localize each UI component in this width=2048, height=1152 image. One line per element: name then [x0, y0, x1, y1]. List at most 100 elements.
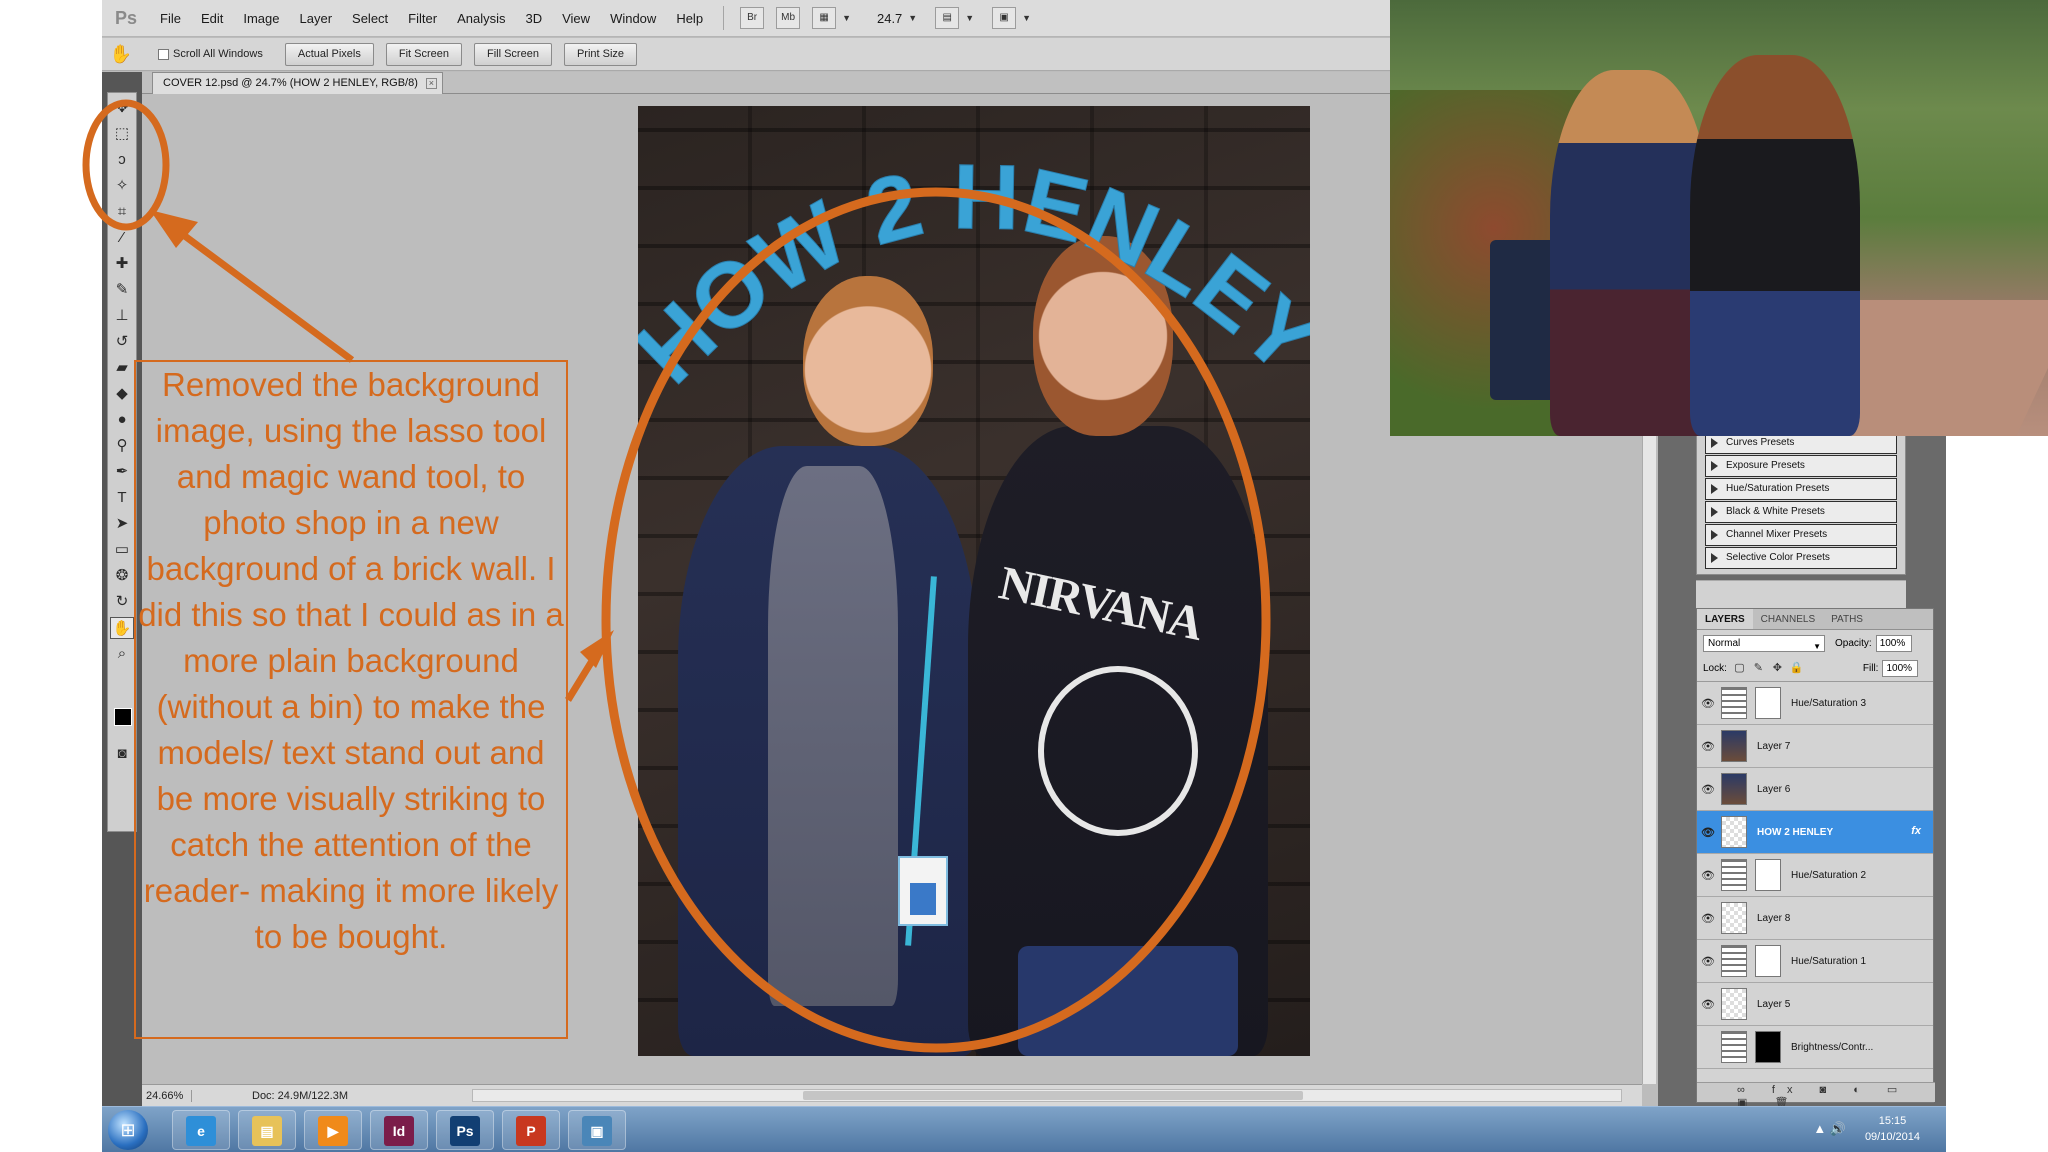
view-extras-button[interactable]: ▦ [812, 7, 837, 29]
layer-row[interactable]: 👁 Hue/Saturation 3 [1697, 682, 1933, 725]
layer-mask-thumbnail[interactable] [1755, 1031, 1781, 1063]
type-tool-icon[interactable]: T [110, 487, 134, 509]
expand-arrow-icon[interactable] [1711, 530, 1718, 540]
layer-row[interactable]: 👁 Hue/Saturation 2 [1697, 854, 1933, 897]
eye-icon[interactable]: 👁 [1697, 697, 1719, 710]
document-tab[interactable]: COVER 12.psd @ 24.7% (HOW 2 HENLEY, RGB/… [152, 72, 443, 94]
screen-mode-button[interactable]: ▣ [992, 7, 1017, 29]
lock-position-icon[interactable]: ✥ [1771, 662, 1784, 675]
menu-image[interactable]: Image [233, 0, 289, 37]
tab-channels[interactable]: CHANNELS [1753, 609, 1823, 629]
menu-filter[interactable]: Filter [398, 0, 447, 37]
horizontal-scrollbar[interactable] [472, 1089, 1622, 1102]
blend-mode-select[interactable]: Normal ▼ [1703, 634, 1825, 652]
channel-mixer-presets[interactable]: Channel Mixer Presets [1705, 524, 1897, 546]
chevron-down-icon[interactable]: ▼ [908, 13, 917, 23]
eye-icon[interactable]: 👁 [1697, 869, 1719, 882]
crop-tool-icon[interactable]: ⌗ [110, 201, 134, 223]
3d-rotate-tool-icon[interactable]: ❂ [110, 565, 134, 587]
marquee-tool-icon[interactable]: ⬚ [110, 123, 134, 145]
layer-row[interactable]: 👁 Layer 8 [1697, 897, 1933, 940]
shape-tool-icon[interactable]: ▭ [110, 539, 134, 561]
system-tray[interactable]: ▲ 🔊 [1813, 1121, 1846, 1137]
lock-pixels-icon[interactable]: ✎ [1752, 662, 1765, 675]
taskbar-app-explorer[interactable]: ▤ [238, 1110, 296, 1150]
foreground-color-swatch[interactable] [114, 708, 132, 726]
status-zoom[interactable]: 24.66% [142, 1089, 192, 1102]
lock-all-icon[interactable]: 🔒 [1790, 662, 1804, 675]
healing-brush-tool-icon[interactable]: ✚ [110, 253, 134, 275]
chevron-down-icon[interactable]: ▼ [842, 13, 851, 23]
chevron-down-icon[interactable]: ▼ [965, 13, 974, 23]
fill-screen-button[interactable]: Fill Screen [473, 42, 552, 66]
layer-row[interactable]: 👁 Layer 5 [1697, 983, 1933, 1026]
layers-footer-icons[interactable]: ∞ fx ◙ ◐ ▭ ▣ 🗑 [1697, 1082, 1935, 1109]
layer-mask-thumbnail[interactable] [1755, 945, 1781, 977]
eyedropper-tool-icon[interactable]: ⁄ [110, 227, 134, 249]
taskbar-app-photos[interactable]: ▣ [568, 1110, 626, 1150]
eye-icon[interactable]: 👁 [1697, 998, 1719, 1011]
layer-mask-thumbnail[interactable] [1755, 859, 1781, 891]
hand-tool-icon[interactable]: ✋ [110, 617, 134, 639]
tab-paths[interactable]: PATHS [1823, 609, 1871, 629]
eye-icon[interactable]: 👁 [1697, 955, 1719, 968]
actual-pixels-button[interactable]: Actual Pixels [284, 42, 374, 66]
close-icon[interactable]: × [425, 78, 437, 89]
scroll-all-windows-checkbox[interactable] [158, 48, 169, 60]
layer-mask-thumbnail[interactable] [1755, 687, 1781, 719]
scrollbar-thumb[interactable] [803, 1091, 1303, 1100]
pen-tool-icon[interactable]: ✒ [110, 461, 134, 483]
chevron-down-icon[interactable]: ▼ [1022, 13, 1031, 23]
clock[interactable]: 15:15 09/10/2014 [1865, 1113, 1920, 1145]
taskbar-app-indesign[interactable]: Id [370, 1110, 428, 1150]
expand-arrow-icon[interactable] [1711, 461, 1718, 471]
blur-tool-icon[interactable]: ● [110, 409, 134, 431]
menu-layer[interactable]: Layer [290, 0, 343, 37]
layer-row[interactable]: 👁 Layer 6 [1697, 768, 1933, 811]
path-selection-tool-icon[interactable]: ➤ [110, 513, 134, 535]
eye-icon[interactable]: 👁 [1697, 912, 1719, 925]
tab-layers[interactable]: LAYERS [1697, 609, 1753, 629]
eye-icon[interactable]: 👁 [1697, 740, 1719, 753]
quick-mask-icon[interactable]: ◙ [110, 743, 134, 765]
opacity-field[interactable]: 100% [1875, 634, 1912, 652]
fill-field[interactable]: 100% [1882, 660, 1919, 677]
start-button[interactable]: ⊞ [108, 1110, 148, 1150]
mini-bridge-button[interactable]: Mb [776, 7, 801, 29]
menu-3d[interactable]: 3D [515, 0, 552, 37]
taskbar-app-photoshop[interactable]: Ps [436, 1110, 494, 1150]
lock-transparency-icon[interactable]: ▢ [1733, 662, 1746, 675]
clone-stamp-tool-icon[interactable]: ⊥ [110, 305, 134, 327]
lasso-tool-icon[interactable]: ↄ [110, 149, 134, 171]
layer-row[interactable]: Brightness/Contr... [1697, 1026, 1933, 1069]
paint-bucket-tool-icon[interactable]: ◆ [110, 383, 134, 405]
eye-icon[interactable]: 👁 [1697, 783, 1719, 796]
magic-wand-tool-icon[interactable]: ✧ [110, 175, 134, 197]
layer-row[interactable]: 👁 Layer 7 [1697, 725, 1933, 768]
hand-tool-icon[interactable]: ✋ [102, 44, 140, 65]
brush-tool-icon[interactable]: ✎ [110, 279, 134, 301]
hue-saturation-presets[interactable]: Hue/Saturation Presets [1705, 478, 1897, 500]
menu-view[interactable]: View [552, 0, 600, 37]
expand-arrow-icon[interactable] [1711, 438, 1718, 448]
expand-arrow-icon[interactable] [1711, 484, 1718, 494]
3d-orbit-tool-icon[interactable]: ↻ [110, 591, 134, 613]
selective-color-presets[interactable]: Selective Color Presets [1705, 547, 1897, 569]
fit-screen-button[interactable]: Fit Screen [385, 42, 462, 66]
menu-help[interactable]: Help [666, 0, 713, 37]
history-brush-tool-icon[interactable]: ↺ [110, 331, 134, 353]
print-size-button[interactable]: Print Size [563, 42, 638, 66]
fx-icon[interactable]: fx [1911, 825, 1921, 837]
dodge-tool-icon[interactable]: ⚲ [110, 435, 134, 457]
menu-analysis[interactable]: Analysis [447, 0, 515, 37]
arrange-documents-button[interactable]: ▤ [935, 7, 960, 29]
layer-row[interactable]: 👁 Hue/Saturation 1 [1697, 940, 1933, 983]
taskbar-app-media[interactable]: ▶ [304, 1110, 362, 1150]
zoom-tool-icon[interactable]: ⌕ [110, 643, 134, 665]
black-white-presets[interactable]: Black & White Presets [1705, 501, 1897, 523]
taskbar-app-ie[interactable]: e [172, 1110, 230, 1150]
expand-arrow-icon[interactable] [1711, 507, 1718, 517]
menu-window[interactable]: Window [600, 0, 666, 37]
menu-edit[interactable]: Edit [191, 0, 233, 37]
menu-file[interactable]: File [150, 0, 191, 37]
